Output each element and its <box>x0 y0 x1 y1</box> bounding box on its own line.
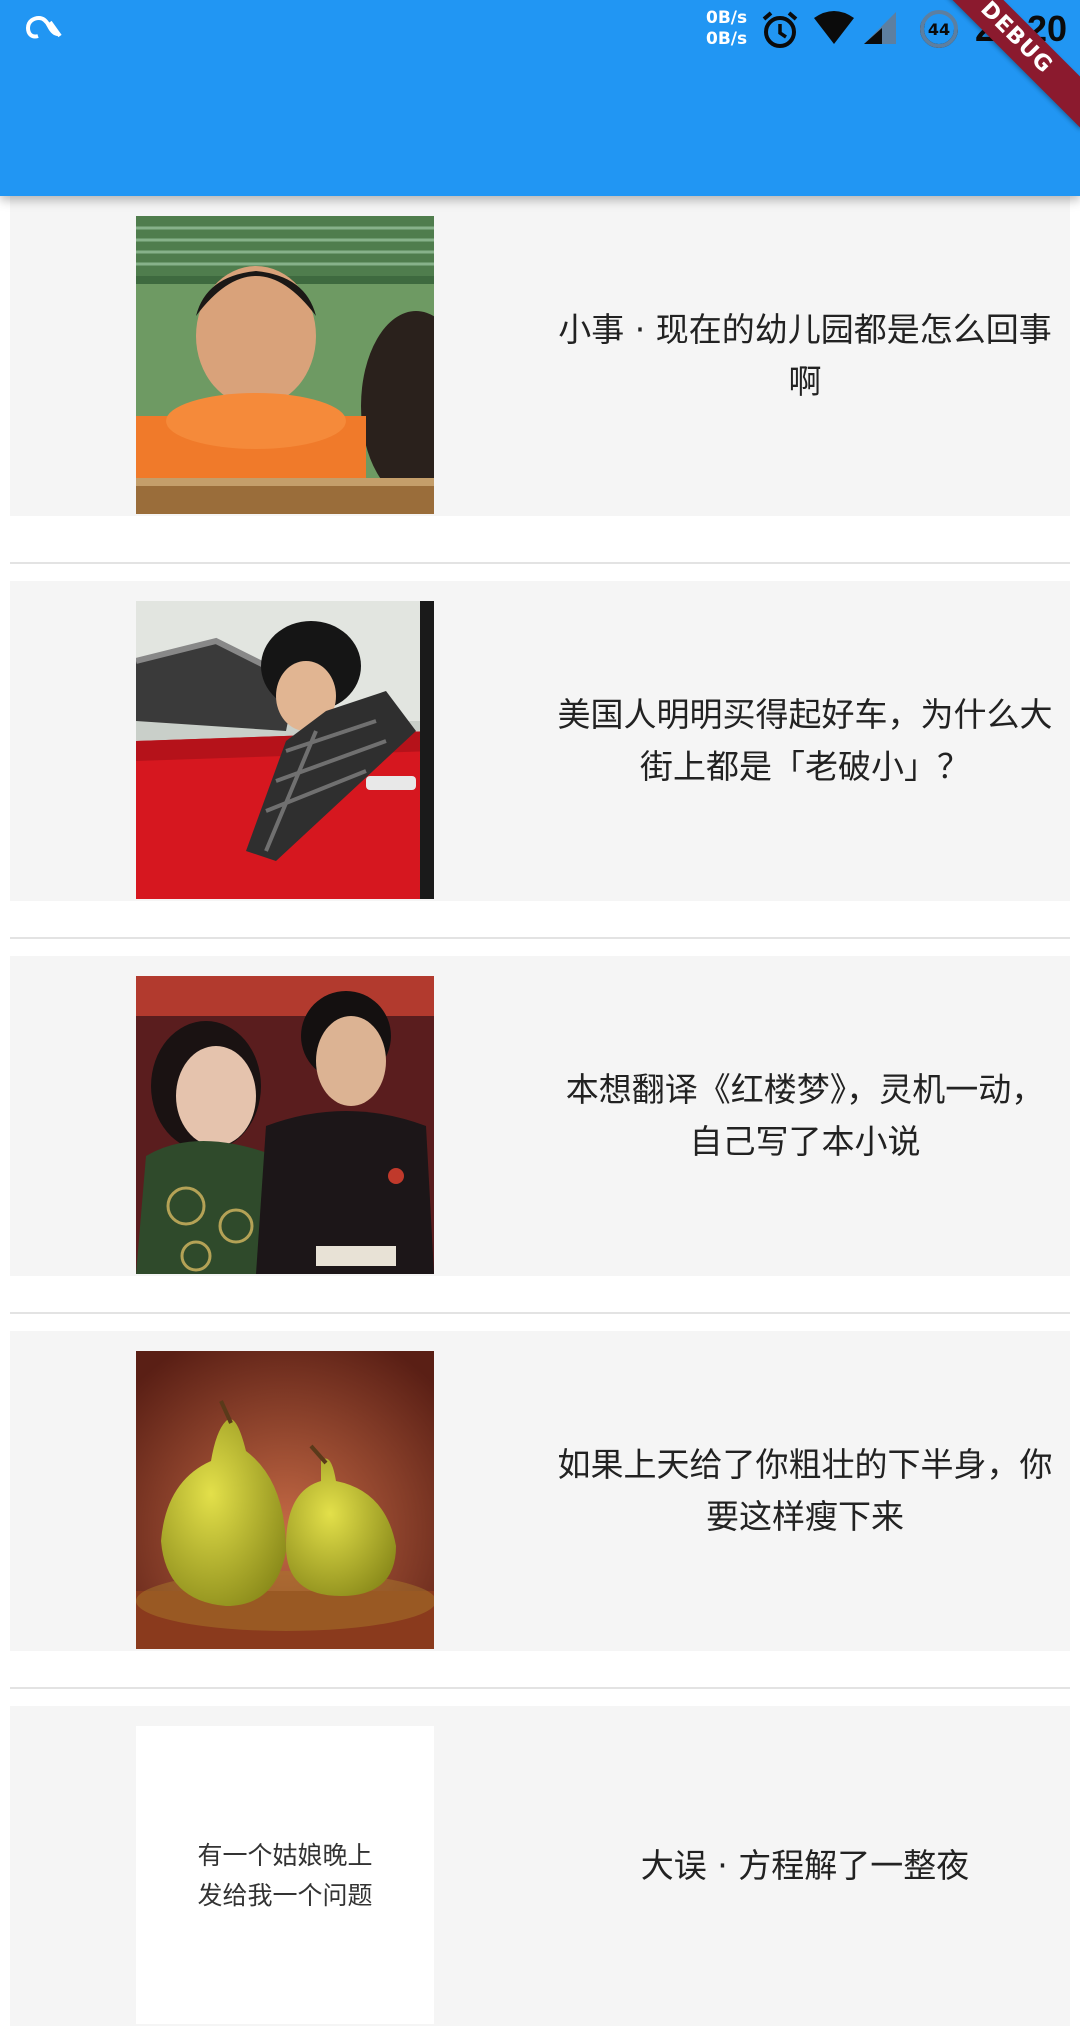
speed-up: 0B/s <box>706 8 748 28</box>
list-item[interactable]: 有一个姑娘晚上 发给我一个问题 大误 · 方程解了一整夜 <box>10 1706 1070 2026</box>
thumbnail-image: 有一个姑娘晚上 发给我一个问题 <box>136 1726 434 2024</box>
thumbnail-image <box>136 216 434 514</box>
battery-level: 44 <box>928 20 950 39</box>
status-bar: 0B/s 0B/s 44 20:20 <box>0 0 1080 60</box>
app-bar: 0B/s 0B/s 44 20:20 <box>0 0 1080 196</box>
speed-down: 0B/s <box>706 29 748 49</box>
cast-icon <box>26 15 62 39</box>
item-title: 如果上天给了你粗壮的下半身，你要这样瘦下来 <box>557 1445 1053 1536</box>
item-title: 大误 · 方程解了一整夜 <box>640 1846 970 1885</box>
thumbnail-image <box>136 976 434 1274</box>
thumbnail-image <box>136 1351 434 1649</box>
divider <box>10 937 1070 939</box>
divider <box>10 562 1070 564</box>
item-title: 小事 · 现在的幼儿园都是怎么回事啊 <box>558 310 1052 401</box>
thumbnail-text-line: 发给我一个问题 <box>197 1881 373 1910</box>
thumbnail-text-line: 有一个姑娘晚上 <box>197 1841 373 1870</box>
signal-icon <box>864 12 896 44</box>
list-item[interactable]: 本想翻译《红楼梦》，灵机一动，自己写了本小说 <box>10 956 1070 1276</box>
divider <box>10 1687 1070 1689</box>
thumbnail-image <box>136 601 434 899</box>
battery-icon: 44 <box>920 10 958 48</box>
list-item[interactable]: 美国人明明买得起好车，为什么大街上都是「老破小」？ <box>10 581 1070 901</box>
divider <box>10 1312 1070 1314</box>
wifi-icon <box>814 11 854 44</box>
item-title: 本想翻译《红楼梦》，灵机一动，自己写了本小说 <box>565 1070 1045 1161</box>
alarm-icon <box>762 11 798 48</box>
network-speed: 0B/s 0B/s <box>706 8 747 50</box>
list-item[interactable]: 小事 · 现在的幼儿园都是怎么回事啊 <box>10 196 1070 516</box>
item-title: 美国人明明买得起好车，为什么大街上都是「老破小」？ <box>557 695 1053 786</box>
list-item[interactable]: 如果上天给了你粗壮的下半身，你要这样瘦下来 <box>10 1331 1070 1651</box>
